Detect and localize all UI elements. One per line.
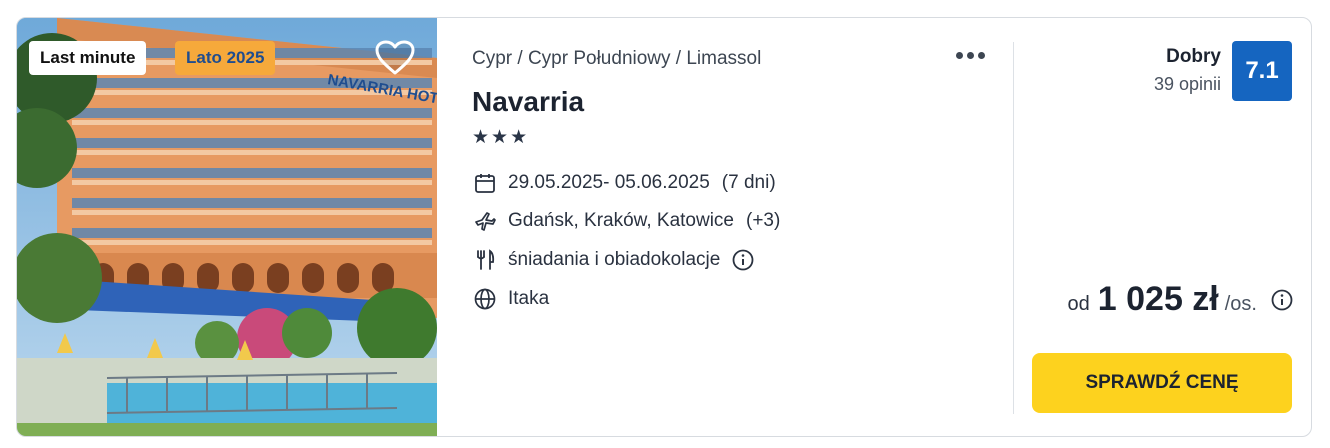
offer-details: Cypr / Cypr Południowy / Limassol Navarr… [472,18,1012,436]
more-departures[interactable]: (+3) [746,210,780,232]
rating-label: Dobry [1166,46,1221,67]
calendar-icon [472,170,498,196]
last-minute-badge: Last minute [29,41,147,75]
plane-icon [472,208,498,234]
info-icon[interactable] [732,249,754,271]
cutlery-icon [472,247,498,273]
departure-cities: Gdańsk, Kraków, Katowice [508,210,734,231]
departures-row: Gdańsk, Kraków, Katowice (+3) [472,208,780,234]
board-row: śniadania i obiadokolacje [472,247,754,273]
heart-icon[interactable] [375,40,415,76]
offer-card[interactable]: NAVARRIA HOT Last minute Lato 2025 Cypr … [16,17,1312,437]
price-info-icon[interactable] [1271,289,1293,311]
price-suffix: /os. [1224,293,1257,315]
travel-duration: (7 dni) [721,172,776,193]
board-type: śniadania i obiadokolacje [508,249,721,270]
star-rating: ★★★ [472,127,530,148]
price-value: 1 025 zł [1097,280,1219,318]
hotel-name[interactable]: Navarria [472,86,584,118]
globe-icon [472,286,498,312]
check-price-button[interactable]: SPRAWDŹ CENĘ [1032,353,1292,413]
hotel-image: NAVARRIA HOT [17,18,437,436]
operator-row: Itaka [472,286,549,312]
price: od 1 025 zł /os. [1068,280,1293,319]
price-prefix: od [1067,293,1090,315]
season-badge: Lato 2025 [175,41,276,75]
breadcrumb[interactable]: Cypr / Cypr Południowy / Limassol [472,48,761,70]
dates-row: 29.05.2025- 05.06.2025 (7 dni) [472,170,776,196]
hotel-photo[interactable]: NAVARRIA HOT Last minute Lato 2025 [17,18,437,436]
review-count[interactable]: 39 opinii [1154,74,1221,95]
more-icon[interactable] [956,46,996,70]
travel-dates: 29.05.2025- 05.06.2025 [508,172,710,193]
rating-score: 7.1 [1232,41,1292,101]
divider [1013,42,1014,414]
tour-operator: Itaka [508,288,550,309]
